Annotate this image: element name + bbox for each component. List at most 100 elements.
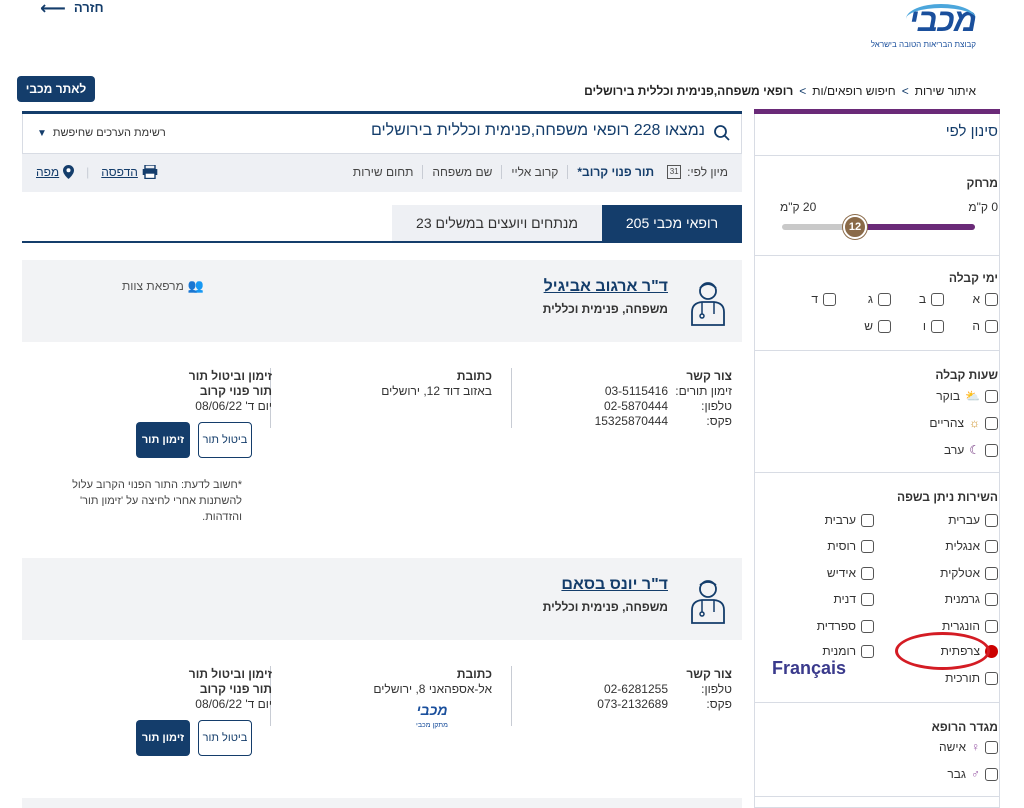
address-value: אל-אספהאני 8, ירושלים [373, 682, 492, 696]
day-checkbox-d[interactable]: ד [811, 292, 836, 306]
gender-checkbox-female[interactable]: ♀ אישה [939, 740, 998, 754]
appointment-title: זימון וביטול תור [188, 667, 272, 681]
hours-title: שעות קבלה [935, 368, 998, 382]
doctor-name-link[interactable]: ד"ר ארגוב אביגיל [544, 278, 668, 296]
sunrise-icon: ⛅ [965, 389, 980, 403]
address-section: כתובת אל-אספהאני 8, ירושלים מכבי מתקן מכ… [373, 667, 492, 733]
to-maccabi-site-button[interactable]: לאתר מכבי [17, 76, 95, 102]
contact-value[interactable]: 02-6281255 [578, 682, 668, 697]
doctor-icon [691, 580, 725, 624]
map-link[interactable]: מפה [36, 165, 75, 179]
checkbox-icon [823, 292, 836, 306]
clinic-logo-subtitle: מתקן מכבי [416, 722, 448, 729]
checkbox-icon [985, 619, 998, 633]
checkbox-icon [985, 671, 998, 685]
tab-surgeons-consultants[interactable]: 23 מנתחים ויועצים במשלים [392, 205, 602, 241]
language-checkbox[interactable]: תורכית [945, 671, 998, 685]
day-checkbox-b[interactable]: ב [919, 292, 944, 306]
printer-icon [142, 165, 158, 179]
checkbox-icon [985, 389, 998, 403]
language-checkbox[interactable]: הונגרית [942, 619, 998, 633]
language-checkbox[interactable]: אנגלית [945, 539, 998, 553]
sort-option-last-name[interactable]: שם משפחה [422, 165, 501, 179]
book-appointment-button[interactable]: זימון תור [136, 720, 190, 756]
day-checkbox-sh[interactable]: ש [864, 319, 891, 333]
appointment-subtitle: תור פנוי קרוב [199, 682, 272, 696]
next-card-strip [22, 798, 742, 808]
language-checkbox[interactable]: אידיש [827, 566, 874, 580]
language-checkbox[interactable]: ספרדית [817, 619, 874, 633]
day-checkbox-v[interactable]: ו [923, 319, 944, 333]
search-icon[interactable] [713, 124, 731, 142]
language-checkbox[interactable]: ערבית [825, 513, 874, 527]
distance-slider-track[interactable] [782, 224, 975, 230]
day-checkbox-g[interactable]: ג [868, 292, 891, 306]
language-checkbox[interactable]: רוסית [827, 539, 874, 553]
language-label: דנית [833, 592, 857, 606]
distance-min-label: 0 ק"מ [968, 200, 998, 214]
sun-icon: ☼ [969, 416, 980, 430]
language-checkbox[interactable]: אטלקית [940, 566, 998, 580]
language-checkbox[interactable]: רומנית [822, 644, 874, 658]
language-checkbox[interactable]: דנית [833, 592, 874, 606]
day-label: ד [811, 292, 818, 306]
language-label: תורכית [945, 671, 980, 685]
tools-divider: | [86, 165, 90, 179]
sort-option-nearest-appointment[interactable]: תור פנוי קרוב* [567, 165, 663, 179]
back-link[interactable]: ⟵ חזרה [40, 0, 104, 17]
filter-divider [754, 796, 1000, 797]
hours-checkbox-noon[interactable]: ☼ צהריים [929, 416, 998, 430]
language-label: ערבית [824, 513, 856, 527]
tab-maccabi-doctors[interactable]: 205 רופאי מכבי [602, 205, 742, 241]
appointment-section: זימון וביטול תור תור פנוי קרוב יום ד' 08… [72, 369, 272, 458]
map-label: מפה [36, 165, 60, 179]
doctor-name-link[interactable]: ד"ר יונס בסאם [561, 576, 668, 594]
language-label: גרמנית [944, 592, 980, 606]
hours-label: בוקר [936, 389, 961, 403]
chevron-left-icon: > [799, 84, 807, 98]
book-appointment-button[interactable]: זימון תור [136, 422, 190, 458]
breadcrumb-item[interactable]: איתור שירות [915, 84, 976, 98]
gender-checkbox-male[interactable]: ♂ גבר [947, 767, 998, 781]
checkbox-icon [985, 443, 998, 457]
cancel-appointment-button[interactable]: ביטול תור [198, 422, 252, 458]
hours-checkbox-morning[interactable]: ⛅ בוקר [936, 389, 998, 403]
checkbox-icon [985, 592, 998, 606]
gender-title: מגדר הרופא [931, 720, 998, 734]
contact-value[interactable]: 03-5115416 [578, 384, 668, 399]
contact-title: צור קשר [686, 667, 732, 681]
results-tabs: 205 רופאי מכבי 23 מנתחים ויועצים במשלים [22, 205, 742, 243]
language-checkbox[interactable]: גרמנית [945, 592, 998, 606]
female-doctor-icon: ♀ [971, 740, 980, 754]
breadcrumb-item[interactable]: חיפוש רופאים/ות [812, 84, 895, 98]
address-title: כתובת [456, 667, 492, 681]
saved-search-dropdown[interactable]: רשימת הערכים שחיפשת ▼ [37, 127, 166, 139]
appointment-note: *חשוב לדעת: התור הפנוי הקרוב עלול להשתנו… [72, 479, 242, 523]
filter-divider [754, 155, 1000, 156]
moon-icon: ☾ [969, 443, 980, 457]
gender-label: אישה [938, 740, 966, 754]
hours-checkbox-evening[interactable]: ☾ ערב [944, 443, 998, 457]
breadcrumb-current: רופאי משפחה,פנימית וכללית בירושלים [584, 84, 794, 98]
sort-bar: מיון לפי: 31 תור פנוי קרוב* קרוב אליי שם… [22, 154, 742, 192]
print-link[interactable]: הדפסה [101, 165, 158, 179]
checkbox-icon [861, 644, 874, 658]
day-checkbox-a[interactable]: א [972, 292, 998, 306]
filter-divider [754, 350, 1000, 351]
sort-option-near-me[interactable]: קרוב אליי [501, 165, 567, 179]
team-clinic-badge: 👥 מרפאת צוות [122, 278, 204, 294]
appointment-section: זימון וביטול תור תור פנוי קרוב יום ד' 08… [72, 667, 272, 756]
languages-title: השירות ניתן בשפה [896, 490, 998, 504]
cancel-appointment-button[interactable]: ביטול תור [198, 720, 252, 756]
distance-slider-thumb[interactable]: 12 [843, 215, 867, 239]
day-checkbox-h[interactable]: ה [972, 319, 998, 333]
maccabi-logo[interactable]: מכבי קבוצת הבריאות הטובה בישראל [856, 2, 977, 52]
language-label: רוסית [827, 539, 856, 553]
sort-option-service-field[interactable]: תחום שירות [344, 165, 422, 179]
team-label: מרפאת צוות [122, 279, 184, 293]
results-header: נמצאו 228 רופאי משפחה,פנימית וכללית בירו… [22, 114, 742, 154]
contact-value: 073-2132689 [597, 697, 668, 711]
contact-value[interactable]: 02-5870444 [578, 399, 668, 414]
checkbox-icon [861, 592, 874, 606]
language-checkbox[interactable]: עברית [948, 513, 998, 527]
